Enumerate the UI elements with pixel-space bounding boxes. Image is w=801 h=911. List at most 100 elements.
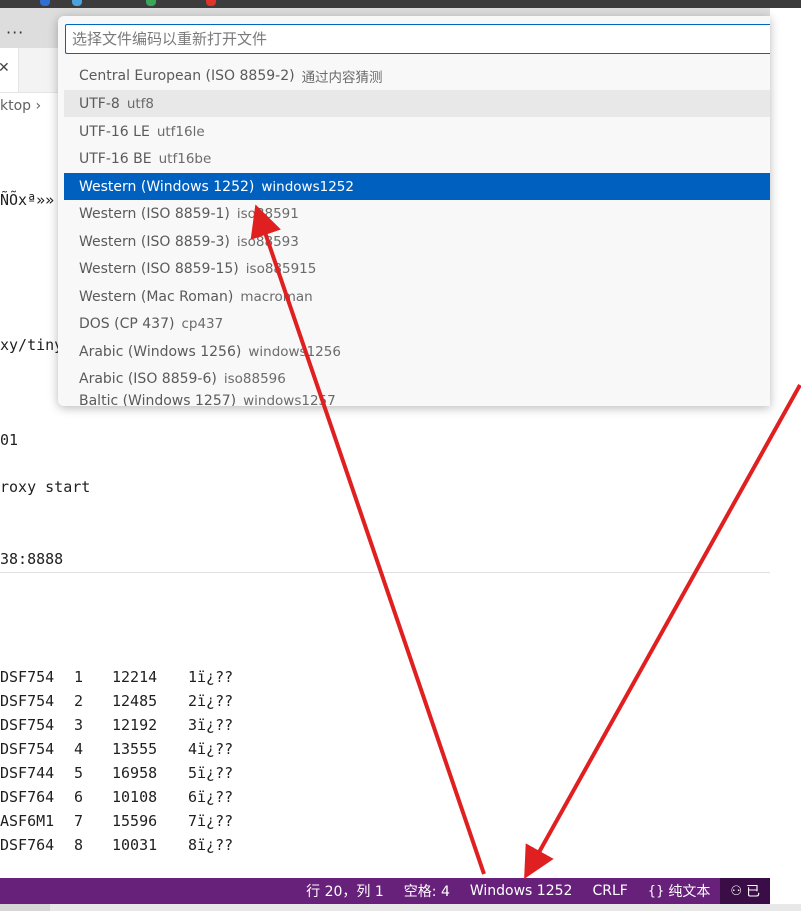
encoding-option-label: Western (ISO 8859-3) <box>79 233 230 250</box>
status-bar: 行 20，列 1 空格: 4 Windows 1252 CRLF {} 纯文本 ⚇… <box>0 878 770 904</box>
encoding-option-id: utf16le <box>156 123 205 140</box>
encoding-option-id: windows1252 <box>261 178 354 195</box>
encoding-option[interactable]: UTF-16 LE utf16le <box>64 118 770 145</box>
cursor-position[interactable]: 行 20，列 1 <box>296 878 394 904</box>
terminal-cell-num: 2 <box>74 692 84 710</box>
terminal-cell-label: 4ï¿?? <box>188 740 234 758</box>
terminal-cell-id: DSF754 <box>0 716 55 734</box>
encoding-quick-pick: Central European (ISO 8859-2) 通过内容猜测 UTF-8… <box>58 16 770 406</box>
eol-selector[interactable]: CRLF <box>582 878 637 904</box>
terminal-cell-id: DSF754 <box>0 740 55 758</box>
language-mode[interactable]: {} 纯文本 <box>638 878 721 904</box>
terminal-cell-id: ASF6M1 <box>0 812 55 830</box>
encoding-option-id: iso88596 <box>223 370 286 387</box>
encoding-option[interactable]: Arabic (ISO 8859-6) iso88596 <box>64 365 770 392</box>
code-line: xy/tiny <box>0 336 64 354</box>
encoding-option-label: Western (Windows 1252) <box>79 178 255 195</box>
encoding-option[interactable]: Central European (ISO 8859-2) 通过内容猜测 <box>64 62 770 89</box>
encoding-option-id: iso88591 <box>236 205 299 222</box>
notification-label: 已 <box>746 884 760 900</box>
terminal-cell-id: DSF744 <box>0 764 55 782</box>
braces-icon: {} <box>647 883 665 899</box>
terminal-cell-num: 7 <box>74 812 84 830</box>
encoding-option-id: windows1257 <box>243 393 336 406</box>
encoding-option-id: macroman <box>240 288 313 305</box>
terminal-cell-label: 2ï¿?? <box>188 692 234 710</box>
encoding-option-id: 通过内容猜测 <box>301 69 383 86</box>
language-label: 纯文本 <box>668 884 711 900</box>
encoding-option-label: UTF-16 BE <box>79 150 152 167</box>
encoding-option[interactable]: Western (Mac Roman) macroman <box>64 283 770 310</box>
encoding-option-label: Western (Mac Roman) <box>79 288 234 305</box>
indentation-setting[interactable]: 空格: 4 <box>394 878 460 904</box>
terminal-cell-val: 10031 <box>112 836 158 854</box>
encoding-option-id: cp437 <box>181 315 224 332</box>
encoding-option-label: Western (ISO 8859-15) <box>79 260 239 277</box>
taskbar-icon <box>206 0 216 6</box>
encoding-option-id: utf16be <box>158 150 212 167</box>
terminal-cell-val: 12485 <box>112 692 158 710</box>
terminal-cell-num: 1 <box>74 668 84 686</box>
encoding-option-label: Arabic (ISO 8859-6) <box>79 370 217 387</box>
encoding-option[interactable]: Western (ISO 8859-15) iso885915 <box>64 255 770 282</box>
encoding-option-id: utf8 <box>126 95 155 112</box>
notification-item[interactable]: ⚇ 已 <box>720 878 770 904</box>
editor-tab[interactable]: ✕ <box>0 48 19 92</box>
encoding-option[interactable]: Arabic (Windows 1256) windows1256 <box>64 338 770 365</box>
encoding-option-id: iso885915 <box>245 260 317 277</box>
encoding-option-id: windows1256 <box>248 343 341 360</box>
encoding-option-label: UTF-8 <box>79 95 120 112</box>
terminal-cell-val: 15596 <box>112 812 158 830</box>
terminal-cell-id: DSF764 <box>0 788 55 806</box>
encoding-option-label: UTF-16 LE <box>79 123 150 140</box>
encoding-option[interactable]: UTF-16 BE utf16be <box>64 145 770 172</box>
terminal-cell-label: 8ï¿?? <box>188 836 234 854</box>
top-strip <box>0 0 801 8</box>
terminal-cell-val: 10108 <box>112 788 158 806</box>
terminal-cell-val: 16958 <box>112 764 158 782</box>
terminal-cell-label: 6ï¿?? <box>188 788 234 806</box>
encoding-option[interactable]: Western (ISO 8859-3) iso88593 <box>64 228 770 255</box>
code-line: ÑÕxª»» <box>0 191 55 209</box>
encoding-option[interactable]: Baltic (Windows 1257) windows1257 <box>64 393 770 406</box>
copilot-icon: ⚇ <box>730 883 742 899</box>
terminal-cell-num: 6 <box>74 788 84 806</box>
encoding-option[interactable]: DOS (CP 437) cp437 <box>64 310 770 337</box>
terminal-cell-num: 8 <box>74 836 84 854</box>
encoding-option[interactable]: UTF-8 utf8 <box>64 90 770 117</box>
encoding-option[interactable]: Western (ISO 8859-1) iso88591 <box>64 200 770 227</box>
encoding-option[interactable]: Western (Windows 1252) windows1252 <box>64 173 770 200</box>
terminal-cell-label: 3ï¿?? <box>188 716 234 734</box>
encoding-option-label: Arabic (Windows 1256) <box>79 343 242 360</box>
encoding-selector[interactable]: Windows 1252 <box>460 878 583 904</box>
encoding-option-id: iso88593 <box>236 233 299 250</box>
terminal-cell-val: 12192 <box>112 716 158 734</box>
more-actions-icon[interactable]: ··· <box>6 23 24 42</box>
taskbar-icon <box>40 0 50 6</box>
code-line: 01 <box>0 431 19 449</box>
close-icon[interactable]: ✕ <box>0 60 10 76</box>
terminal-cell-num: 5 <box>74 764 84 782</box>
encoding-search-input[interactable] <box>65 24 770 54</box>
code-line: roxy start <box>0 478 91 496</box>
terminal-cell-id: DSF754 <box>0 668 55 686</box>
terminal-cell-num: 4 <box>74 740 84 758</box>
encoding-option-label: DOS (CP 437) <box>79 315 175 332</box>
bottom-strip <box>0 904 801 911</box>
encoding-option-label: Central European (ISO 8859-2) <box>79 67 295 84</box>
taskbar-icon <box>72 0 82 6</box>
right-margin <box>770 8 801 878</box>
terminal-cell-val: 13555 <box>112 740 158 758</box>
code-line: 38:8888 <box>0 550 64 568</box>
terminal-cell-num: 3 <box>74 716 84 734</box>
terminal-cell-id: DSF764 <box>0 836 55 854</box>
encoding-option-label: Western (ISO 8859-1) <box>79 205 230 222</box>
terminal-cell-label: 1ï¿?? <box>188 668 234 686</box>
terminal-cell-val: 12214 <box>112 668 158 686</box>
encoding-option-label: Baltic (Windows 1257) <box>79 393 237 406</box>
terminal-cell-label: 5ï¿?? <box>188 764 234 782</box>
terminal-cell-label: 7ï¿?? <box>188 812 234 830</box>
terminal-panel[interactable]: DSF754 1 12214 1ï¿?? DSF754 2 12485 2ï¿?? DSF754… <box>0 573 770 878</box>
terminal-cell-id: DSF754 <box>0 692 55 710</box>
taskbar-icon <box>146 0 156 6</box>
